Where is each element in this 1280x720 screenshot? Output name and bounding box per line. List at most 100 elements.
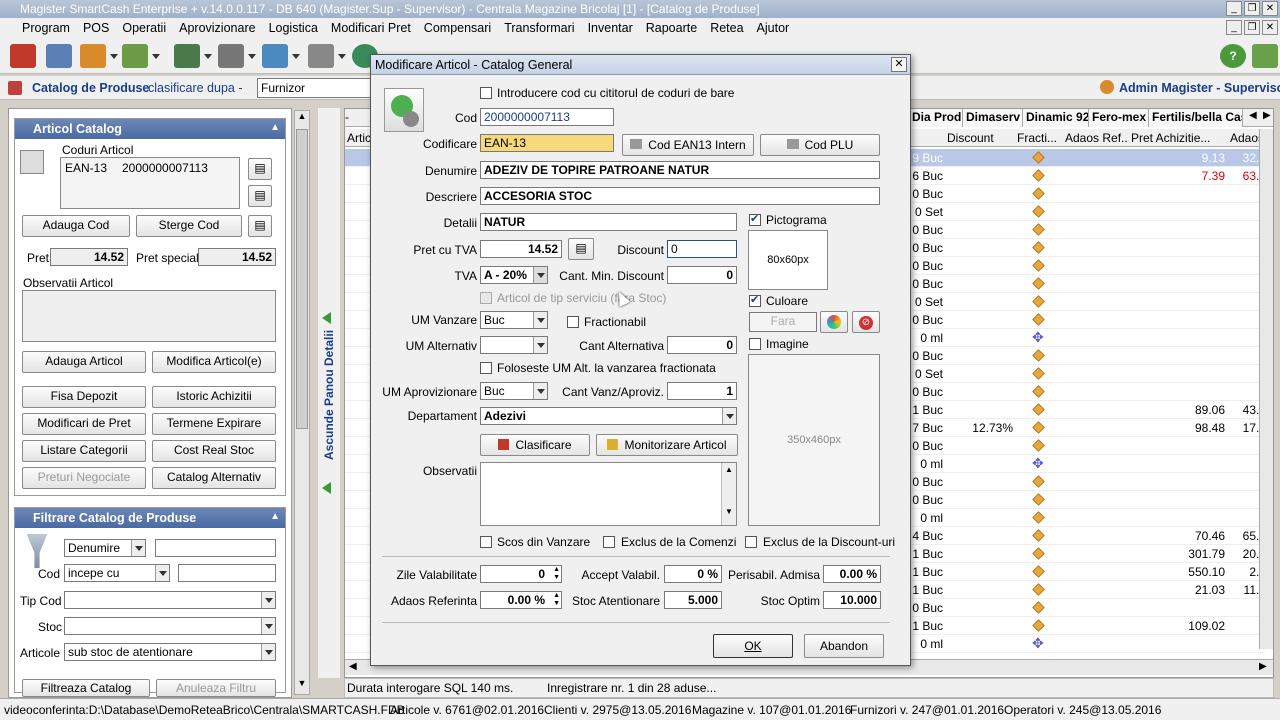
menu-item-rapoarte[interactable]: Rapoarte — [646, 21, 697, 35]
cod-filter-input[interactable] — [178, 564, 276, 582]
grid-tab[interactable]: Dia Prod — [909, 109, 963, 127]
left-button-preturi-negociate[interactable]: Preturi Negociate — [22, 467, 146, 489]
left-button-modificari-de-pret[interactable]: Modificari de Pret — [22, 413, 146, 435]
scroll-right-icon[interactable]: ▶ — [1259, 661, 1267, 672]
pos-icon[interactable] — [46, 44, 72, 68]
cod-input[interactable]: 2000000007113 — [480, 108, 614, 126]
grid-column-header[interactable]: Discount — [947, 131, 1013, 145]
serviciu-checkbox[interactable] — [480, 292, 492, 304]
grid-column-header[interactable]: Adaos Ref... — [1065, 131, 1129, 145]
left-button-catalog-alternativ[interactable]: Catalog Alternativ — [152, 467, 276, 489]
spin-icon[interactable]: ▲ ▼ — [553, 566, 560, 582]
side-strip[interactable]: Ascunde Panou Detalii — [318, 108, 340, 678]
stoc-atentionare-input[interactable]: 5.000 — [664, 591, 722, 609]
client-icon[interactable] — [80, 44, 106, 68]
monitorizare-button[interactable]: Monitorizare Articol — [596, 434, 738, 456]
pret-input[interactable]: 14.52 — [480, 240, 562, 258]
obs-field[interactable] — [22, 290, 276, 342]
collapse-left-icon[interactable] — [322, 482, 331, 494]
spin-icon[interactable]: ▲ ▼ — [553, 592, 560, 608]
perisabil-input[interactable]: 0.00 % — [823, 565, 881, 583]
exit-icon[interactable] — [1252, 44, 1278, 68]
left-button-termene-expirare[interactable]: Termene Expirare — [152, 413, 276, 435]
discount-input[interactable]: 0 — [667, 240, 737, 258]
stoc-optim-input[interactable]: 10.000 — [823, 591, 881, 609]
color-clear-button[interactable]: ⊘ — [852, 311, 880, 333]
articole-filter-select[interactable]: sub stoc de atentionare — [64, 643, 276, 661]
grid-column-header[interactable]: Fracti... — [1017, 131, 1063, 145]
mdi-restore-button[interactable]: ❐ — [1244, 20, 1260, 35]
mdi-close-button[interactable]: ✕ — [1262, 20, 1278, 35]
accept-input[interactable]: 0 % — [664, 565, 722, 583]
denumire-input[interactable]: ADEZIV DE TOPIRE PATROANE NATUR — [480, 161, 880, 179]
code-extra-button[interactable]: ▤ — [248, 215, 272, 237]
menu-item-ajutor[interactable]: Ajutor — [757, 21, 790, 35]
supplier-icon[interactable] — [122, 44, 148, 68]
left-button-fisa-depozit[interactable]: Fisa Depozit — [22, 386, 146, 408]
settings-icon[interactable] — [308, 44, 334, 68]
ok-button[interactable]: OK — [713, 634, 793, 658]
um-aprovizionare-select[interactable]: Buc — [480, 382, 548, 400]
exclus-comenzi-checkbox[interactable] — [603, 536, 615, 548]
observatii-scrollbar[interactable]: ▲ ▼ — [721, 463, 736, 525]
culoare-checkbox[interactable] — [749, 293, 761, 307]
menu-item-inventar[interactable]: Inventar — [588, 21, 633, 35]
scroll-left-icon[interactable]: ◀ — [349, 661, 357, 672]
tab-dash[interactable]: - — [345, 110, 349, 124]
cant-va-input[interactable]: 1 — [667, 382, 737, 400]
cancel-filter-button[interactable]: Anuleaza Filtru — [156, 679, 276, 697]
left-button-istoric-achizitii[interactable]: Istoric Achizitii — [152, 386, 276, 408]
cant-min-input[interactable]: 0 — [667, 266, 737, 284]
fractionabil-checkbox[interactable] — [567, 316, 579, 328]
zile-input[interactable]: 0 ▲ ▼ — [480, 565, 562, 583]
filter-field-select[interactable]: Denumire — [64, 539, 146, 557]
filter-field-input[interactable] — [155, 539, 276, 557]
report-icon[interactable] — [262, 44, 288, 68]
observatii-textarea[interactable]: ▲ ▼ — [480, 462, 737, 526]
stoc-filter-select[interactable] — [64, 617, 276, 635]
departament-select[interactable]: Adezivi — [480, 407, 737, 425]
left-scrollbar[interactable]: ▲ ▼ — [294, 110, 310, 695]
grid-tab[interactable]: Dimaserv — [963, 109, 1023, 127]
ean13-button[interactable]: Cod EAN13 Intern — [622, 134, 754, 156]
menu-item-operatii[interactable]: Operatii — [122, 21, 166, 35]
collapse-icon[interactable]: ▲ — [270, 122, 280, 133]
register-icon[interactable] — [218, 44, 244, 68]
calculator-button[interactable]: ▤ — [568, 238, 594, 260]
exclus-discount-checkbox[interactable] — [745, 536, 757, 548]
menu-item-aprovizionare[interactable]: Aprovizionare — [179, 21, 255, 35]
transport-icon[interactable] — [174, 44, 200, 68]
sort-select[interactable]: Furnizor — [257, 78, 372, 98]
imagine-checkbox[interactable] — [749, 338, 761, 350]
pictograma-preview[interactable]: 80x60px — [748, 230, 828, 290]
delete-code-button[interactable]: Sterge Cod — [136, 215, 242, 237]
menu-item-pos[interactable]: POS — [83, 21, 109, 35]
detalii-input[interactable]: NATUR — [480, 213, 737, 231]
restore-button[interactable]: ❐ — [1244, 1, 1260, 16]
cod-filter-select[interactable]: incepe cu — [64, 564, 170, 582]
tva-select[interactable]: A - 20% — [480, 266, 548, 284]
plu-button[interactable]: Cod PLU — [760, 134, 880, 156]
tab-next-icon[interactable]: ▶ — [1263, 110, 1271, 121]
left-button-cost-real-stoc[interactable]: Cost Real Stoc — [152, 440, 276, 462]
grid-tab[interactable]: Dinamic 92 — [1023, 109, 1089, 127]
dialog-close-button[interactable]: ✕ — [891, 57, 907, 72]
foloseste-checkbox[interactable] — [480, 362, 492, 374]
grid-tab[interactable]: Fertilis/bella Casa — [1149, 109, 1243, 127]
filter-catalog-button[interactable]: Filtreaza Catalog — [22, 679, 150, 697]
imagine-preview[interactable]: 350x460px — [748, 354, 880, 526]
grid-vscrollbar[interactable] — [1259, 129, 1273, 649]
descriere-input[interactable]: ACCESORIA STOC — [480, 187, 880, 205]
culoare-field[interactable]: Fara — [749, 312, 817, 332]
modify-article-button[interactable]: Modifica Articol(e) — [152, 351, 276, 373]
collapse-left-icon[interactable] — [322, 312, 331, 324]
close-button[interactable]: ✕ — [1262, 1, 1278, 16]
abandon-button[interactable]: Abandon — [804, 634, 884, 658]
add-article-button[interactable]: Adauga Articol — [22, 351, 146, 373]
grid-column-header[interactable]: Pret Achizitie... — [1131, 131, 1229, 145]
codificare-input[interactable]: EAN-13 — [480, 134, 614, 152]
scroll-up-icon[interactable]: ▲ — [295, 111, 309, 127]
collapse-icon[interactable]: ▲ — [270, 511, 280, 522]
minimize-button[interactable]: _ — [1226, 1, 1242, 16]
mdi-minimize-button[interactable]: _ — [1226, 20, 1242, 35]
